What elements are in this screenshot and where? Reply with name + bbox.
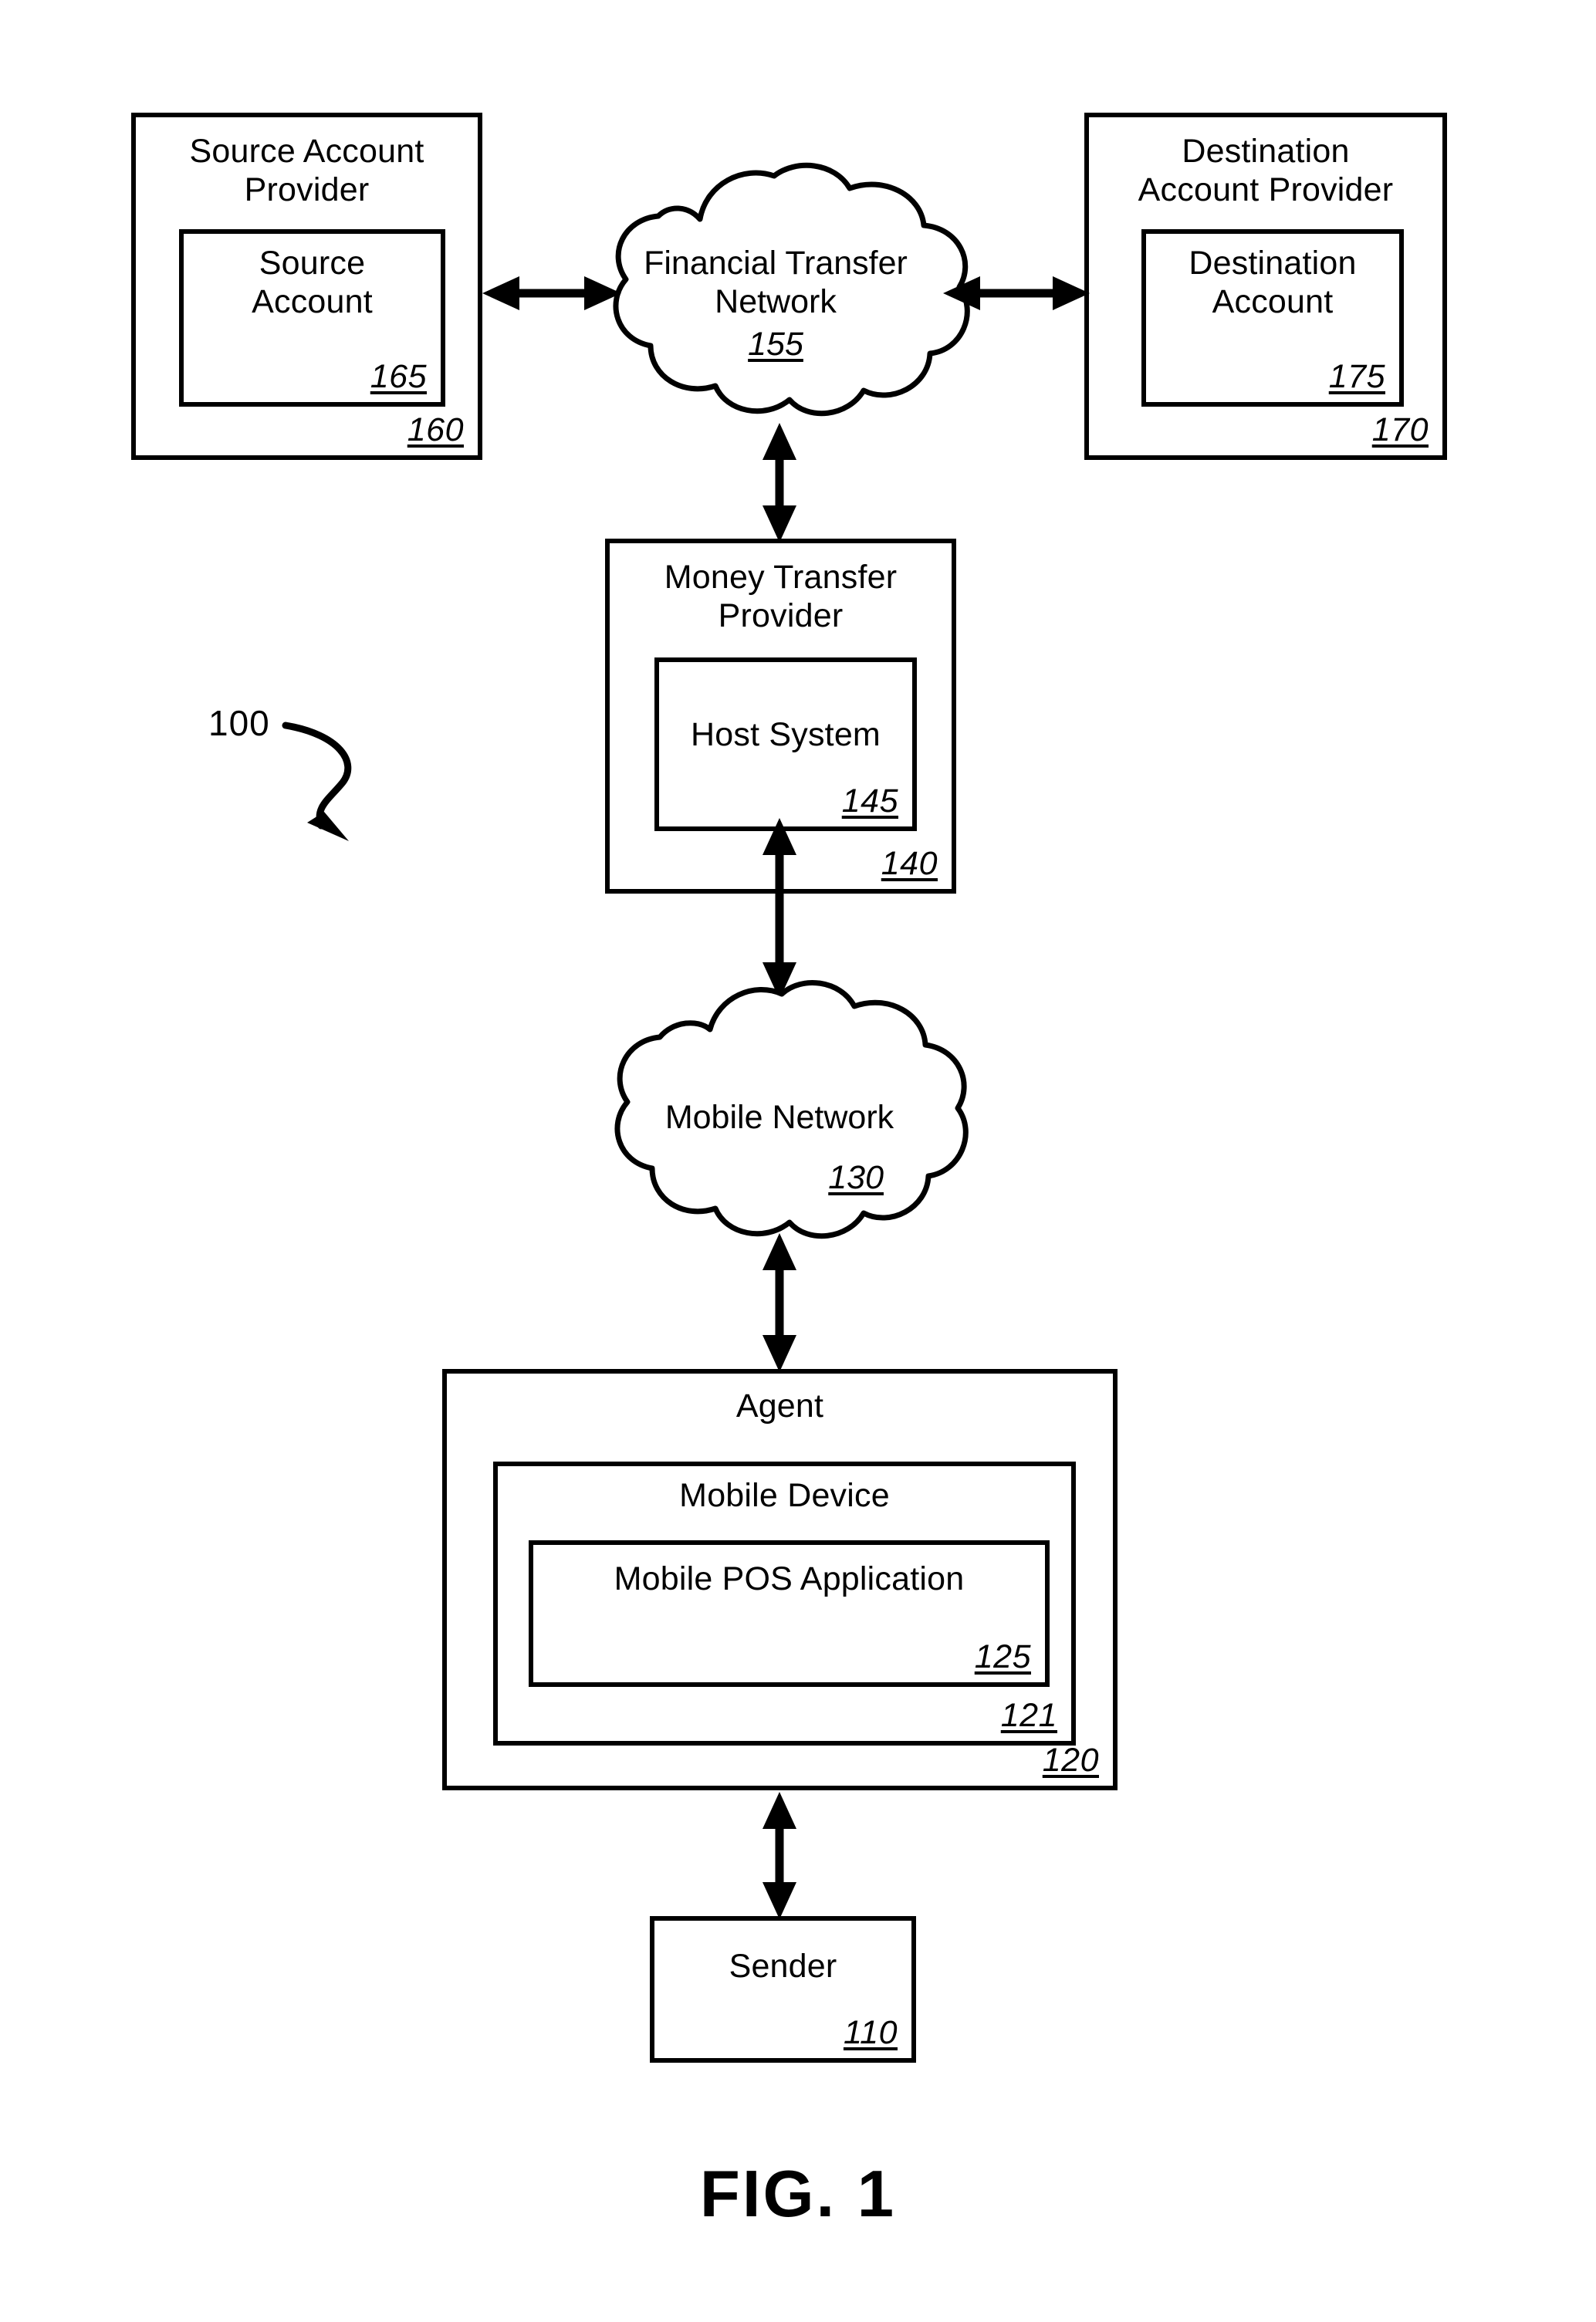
mobile-device-ref: 121	[1000, 1697, 1057, 1734]
connector-financial-network-to-money-transfer-provider	[760, 423, 799, 542]
mobile-pos-application-box: Mobile POS Application 125	[529, 1540, 1050, 1687]
mobile-device-label: Mobile Device	[679, 1477, 890, 1514]
financial-transfer-network-ref: 155	[748, 326, 803, 363]
source-account-box: Source Account 165	[179, 229, 445, 407]
mobile-pos-application-ref: 125	[974, 1638, 1031, 1675]
money-transfer-provider-label: Money Transfer Provider	[664, 559, 898, 634]
sender-label: Sender	[729, 1948, 837, 1985]
agent-ref: 120	[1042, 1742, 1099, 1779]
financial-transfer-network-cloud: Financial Transfer Network 155	[567, 154, 984, 424]
destination-account-box: Destination Account 175	[1141, 229, 1404, 407]
figure-canvas: Source Account Provider Source Account 1…	[0, 0, 1596, 2322]
host-system-label: Host System	[691, 716, 881, 753]
connector-mobile-network-to-agent	[760, 1233, 799, 1372]
figure-caption: FIG. 1	[699, 2158, 897, 2231]
money-transfer-provider-ref: 140	[881, 845, 938, 882]
destination-account-provider-box: Destination Account Provider Destination…	[1084, 113, 1447, 460]
system-ref-curved-arrow	[278, 718, 417, 872]
mobile-network-ref: 130	[828, 1159, 884, 1196]
destination-account-provider-label: Destination Account Provider	[1138, 133, 1394, 208]
destination-account-provider-ref: 170	[1371, 411, 1429, 448]
sender-ref: 110	[843, 2014, 898, 2051]
destination-account-label: Destination Account	[1189, 245, 1357, 320]
source-account-ref: 165	[370, 358, 427, 395]
source-account-provider-label: Source Account Provider	[189, 133, 424, 208]
connector-financial-network-to-destination-provider	[943, 274, 1090, 313]
financial-transfer-network-label: Financial Transfer Network	[644, 245, 908, 320]
source-account-provider-box: Source Account Provider Source Account 1…	[131, 113, 482, 460]
mobile-pos-application-label: Mobile POS Application	[614, 1560, 965, 1597]
connector-agent-to-sender	[760, 1792, 799, 1919]
mobile-network-label: Mobile Network	[664, 1099, 894, 1136]
agent-label: Agent	[735, 1387, 824, 1425]
source-account-label: Source Account	[252, 245, 373, 320]
host-system-box: Host System 145	[654, 657, 917, 831]
destination-account-ref: 175	[1328, 358, 1385, 395]
mobile-network-cloud: Mobile Network 130	[583, 974, 976, 1252]
system-ref-label: 100	[208, 703, 270, 743]
connector-source-provider-to-financial-network	[482, 274, 621, 313]
host-system-ref: 145	[841, 782, 898, 820]
agent-box: Agent Mobile Device Mobile POS Applicati…	[442, 1369, 1118, 1790]
sender-box: Sender 110	[650, 1916, 916, 2063]
mobile-device-box: Mobile Device Mobile POS Application 125…	[493, 1462, 1076, 1746]
source-account-provider-ref: 160	[407, 411, 464, 448]
connector-host-system-to-mobile-network	[760, 818, 799, 999]
